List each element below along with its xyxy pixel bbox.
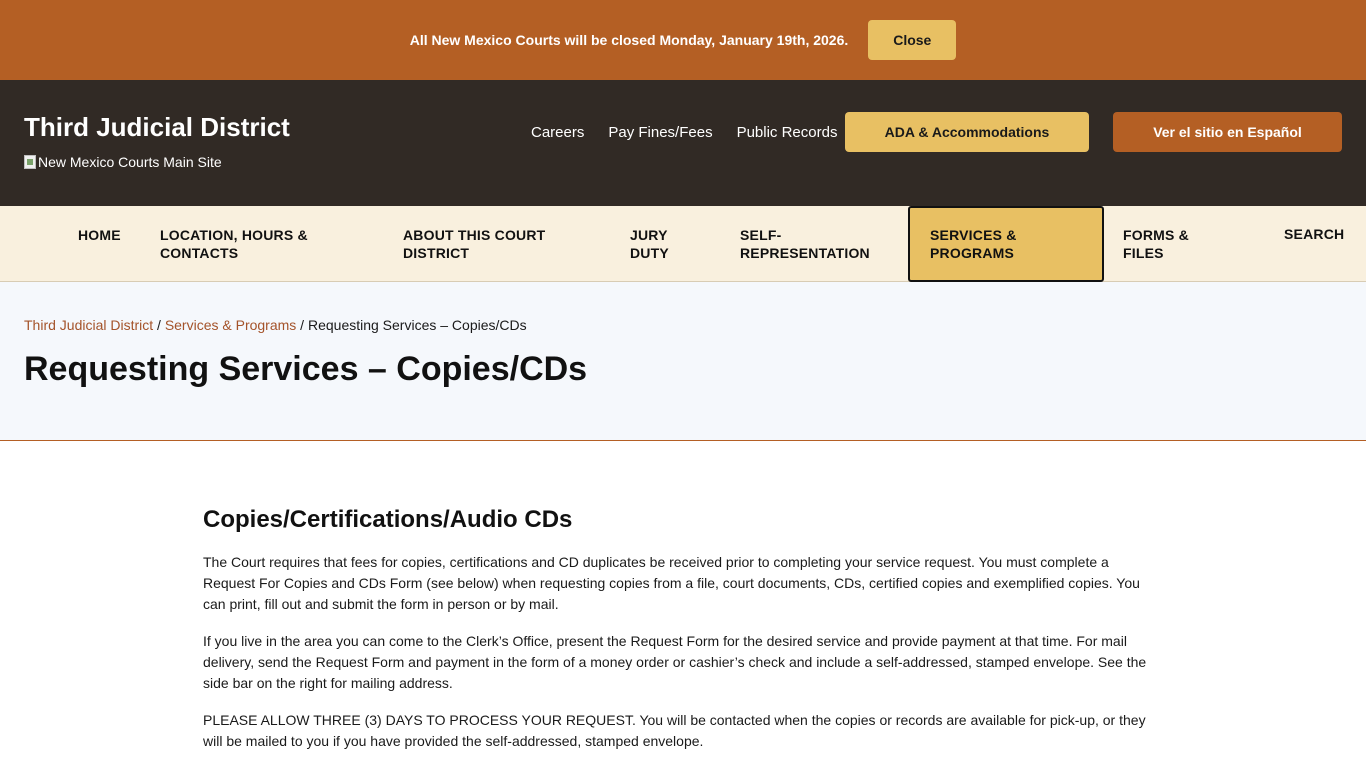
main-nav: HOME LOCATION, HOURS & CONTACTS ABOUT TH… [0, 206, 1366, 282]
section-heading: Copies/Certifications/Audio CDs [203, 506, 573, 533]
breadcrumb-separator: / [153, 317, 165, 333]
ada-accommodations-button[interactable]: ADA & Accommodations [845, 112, 1089, 152]
close-alert-button[interactable]: Close [868, 20, 957, 60]
nav-jury-duty[interactable]: JURY DUTY [630, 206, 690, 282]
nav-self-representation[interactable]: SELF-REPRESENTATION [740, 206, 880, 282]
paragraph-clerk-office: If you live in the area you can come to … [203, 633, 1147, 691]
main-content: Copies/Certifications/Audio CDs The Cour… [203, 506, 1153, 768]
nav-forms-files[interactable]: FORMS & FILES [1123, 206, 1213, 282]
main-site-alt-text: New Mexico Courts Main Site [38, 154, 222, 170]
breadcrumb-separator: / [296, 317, 308, 333]
careers-link[interactable]: Careers [531, 124, 584, 141]
spanish-site-button[interactable]: Ver el sitio en Español [1113, 112, 1342, 152]
page-title: Requesting Services – Copies/CDs [24, 350, 588, 388]
breadcrumb-current: Requesting Services – Copies/CDs [307, 317, 527, 333]
paragraph-fees: The Court requires that fees for copies,… [203, 554, 1140, 612]
site-header: Third Judicial District New Mexico Court… [0, 80, 1366, 206]
breadcrumb-services-link[interactable]: Services & Programs [165, 317, 296, 333]
alert-message: All New Mexico Courts will be closed Mon… [409, 32, 849, 48]
nav-home[interactable]: HOME [78, 206, 148, 282]
page-header-band: Third Judicial District / Services & Pro… [0, 282, 1366, 441]
utility-nav: Careers Pay Fines/Fees Public Records [531, 124, 861, 141]
pay-fines-link[interactable]: Pay Fines/Fees [608, 124, 712, 141]
nav-search[interactable]: SEARCH [1284, 206, 1354, 282]
nav-location-hours-contacts[interactable]: LOCATION, HOURS & CONTACTS [160, 206, 350, 282]
alert-banner: All New Mexico Courts will be closed Mon… [0, 0, 1366, 80]
main-site-link[interactable]: New Mexico Courts Main Site [24, 154, 222, 170]
broken-image-icon [24, 155, 36, 169]
breadcrumb-home-link[interactable]: Third Judicial District [24, 317, 153, 333]
nav-about-court-district[interactable]: ABOUT THIS COURT DISTRICT [403, 206, 603, 282]
site-title[interactable]: Third Judicial District [24, 112, 290, 143]
public-records-link[interactable]: Public Records [737, 124, 838, 141]
breadcrumb: Third Judicial District / Services & Pro… [24, 317, 527, 333]
paragraph-processing: PLEASE ALLOW THREE (3) DAYS TO PROCESS Y… [203, 712, 1146, 749]
nav-services-programs[interactable]: SERVICES & PROGRAMS [908, 206, 1104, 282]
